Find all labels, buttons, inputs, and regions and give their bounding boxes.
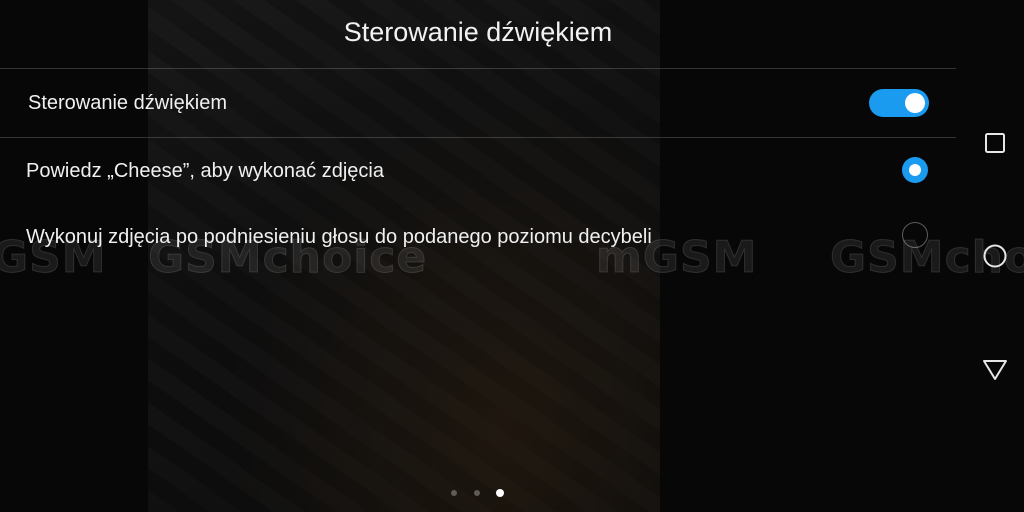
page-indicator (448, 488, 508, 498)
settings-panel: Sterowanie dźwiękiem Sterowanie dźwiękie… (0, 0, 956, 512)
radio-selected-dot (909, 164, 921, 176)
voice-control-label: Sterowanie dźwiękiem (28, 92, 227, 114)
camera-settings-screen: GSM GSMchoice mGSM GSMcho Sterowanie dźw… (0, 0, 1024, 512)
home-icon[interactable] (980, 241, 1010, 271)
page-title: Sterowanie dźwiękiem (343, 17, 613, 47)
option-decibel-label: Wykonuj zdjęcia po podniesieniu głosu do… (26, 226, 652, 248)
option-cheese-radio[interactable] (902, 157, 928, 183)
recent-apps-icon[interactable] (980, 128, 1010, 158)
page-dot-active (496, 489, 504, 497)
page-dot (474, 490, 480, 496)
divider (0, 137, 956, 138)
option-cheese-label: Powiedz „Cheese”, aby wykonać zdjęcia (26, 160, 384, 182)
option-decibel-radio[interactable] (902, 222, 928, 248)
navigation-bar (966, 0, 1024, 512)
back-icon[interactable] (980, 354, 1010, 384)
voice-control-toggle[interactable] (869, 89, 929, 117)
divider (0, 68, 956, 69)
toggle-knob (905, 93, 925, 113)
page-dot (451, 490, 457, 496)
